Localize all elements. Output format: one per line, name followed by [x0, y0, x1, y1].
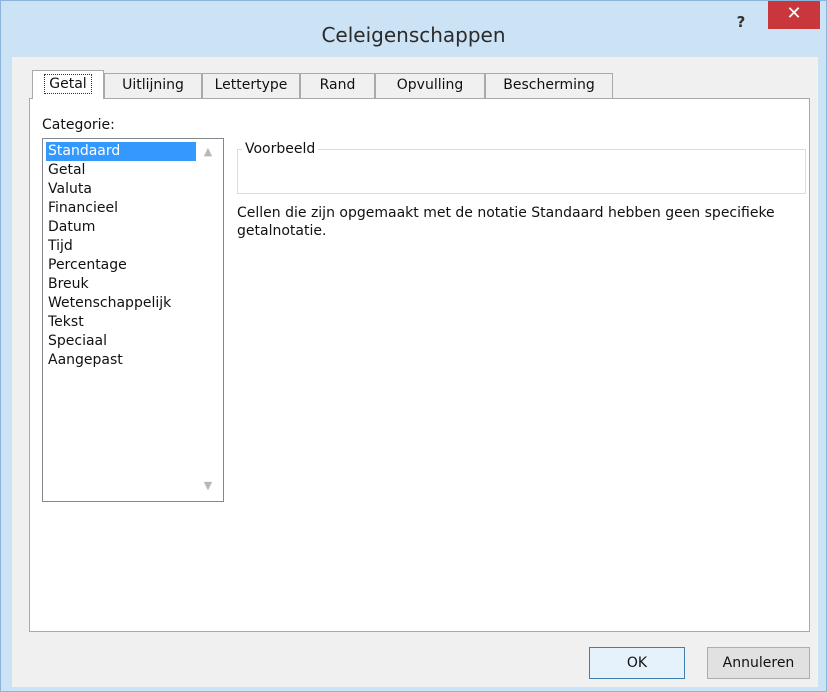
- scroll-down-icon[interactable]: ▼: [200, 479, 216, 493]
- list-item-getal[interactable]: Getal: [46, 161, 196, 180]
- list-item-wetenschappelijk[interactable]: Wetenschappelijk: [46, 294, 196, 313]
- category-label: Categorie:: [42, 117, 115, 133]
- close-button[interactable]: ✕: [768, 1, 820, 29]
- cancel-button[interactable]: Annuleren: [707, 647, 810, 679]
- scroll-up-icon[interactable]: ▲: [200, 145, 216, 159]
- dialog-window: Celeigenschappen ? ✕ Getal Uitlijning Le…: [0, 0, 827, 692]
- list-item-standaard[interactable]: Standaard: [46, 142, 196, 161]
- list-item-valuta[interactable]: Valuta: [46, 180, 196, 199]
- tab-label: Opvulling: [396, 77, 464, 93]
- list-item-financieel[interactable]: Financieel: [46, 199, 196, 218]
- tab-bescherming[interactable]: Bescherming: [485, 73, 613, 98]
- tab-rand[interactable]: Rand: [300, 73, 375, 98]
- tab-uitlijning[interactable]: Uitlijning: [104, 73, 202, 98]
- category-listbox[interactable]: Standaard Getal Valuta Financieel Datum …: [42, 138, 224, 502]
- tab-label: Getal: [44, 74, 92, 94]
- help-button[interactable]: ?: [727, 9, 755, 35]
- tab-lettertype[interactable]: Lettertype: [202, 73, 300, 98]
- tab-label: Lettertype: [214, 77, 288, 93]
- list-item-tekst[interactable]: Tekst: [46, 313, 196, 332]
- tab-label: Rand: [319, 77, 356, 93]
- ok-button[interactable]: OK: [589, 647, 685, 679]
- list-item-speciaal[interactable]: Speciaal: [46, 332, 196, 351]
- list-item-aangepast[interactable]: Aangepast: [46, 351, 196, 370]
- list-item-breuk[interactable]: Breuk: [46, 275, 196, 294]
- close-icon: ✕: [786, 3, 802, 24]
- dialog-client-area: Getal Uitlijning Lettertype Rand Opvulli…: [12, 57, 818, 687]
- preview-title: Voorbeeld: [242, 140, 319, 158]
- window-title: Celeigenschappen: [321, 23, 506, 47]
- tab-label: Uitlijning: [122, 77, 184, 93]
- tab-getal[interactable]: Getal: [32, 70, 104, 99]
- format-description: Cellen die zijn opgemaakt met de notatie…: [237, 205, 775, 239]
- tab-opvulling[interactable]: Opvulling: [375, 73, 485, 98]
- list-item-tijd[interactable]: Tijd: [46, 237, 196, 256]
- tab-panel-getal: Categorie: Standaard Getal Valuta Financ…: [29, 98, 810, 632]
- preview-groupbox: Voorbeeld: [237, 140, 806, 194]
- tab-label: Bescherming: [503, 77, 595, 93]
- list-item-percentage[interactable]: Percentage: [46, 256, 196, 275]
- list-item-datum[interactable]: Datum: [46, 218, 196, 237]
